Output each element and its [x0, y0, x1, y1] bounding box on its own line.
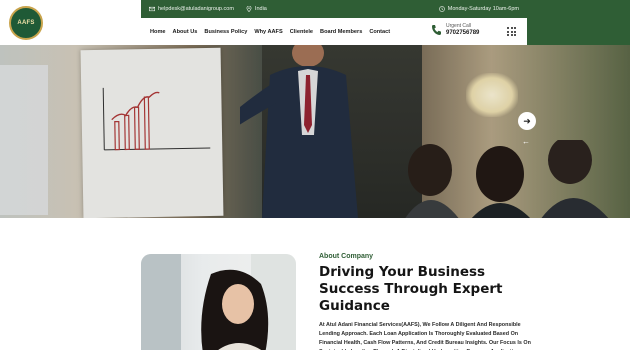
clock-icon	[438, 6, 445, 12]
main-navbar: Home About Us Business Policy Why AAFS C…	[141, 18, 527, 45]
about-photo	[141, 254, 296, 350]
slider-next-button[interactable]: ➜	[518, 112, 536, 130]
about-photo-woman	[141, 254, 296, 350]
arrow-left-icon: ←	[522, 137, 530, 146]
about-heading: Driving Your Business Success Through Ex…	[319, 264, 503, 314]
hours-text: Monday-Saturday 10am-6pm	[447, 6, 519, 12]
phone-icon	[432, 24, 441, 35]
header-right-band	[527, 0, 630, 45]
urgent-call[interactable]: Urgent Call 9702756789	[431, 23, 479, 36]
location-pin-icon	[246, 6, 252, 12]
email-text: helpdesk@atuladanigroup.com	[158, 6, 234, 12]
nav-about-us[interactable]: About Us	[173, 29, 198, 35]
grid-menu-icon[interactable]	[507, 27, 516, 36]
arrow-right-icon: ➜	[523, 115, 531, 126]
email-item[interactable]: helpdesk@atuladanigroup.com	[149, 6, 234, 12]
slider-prev-button[interactable]: ←	[522, 137, 530, 146]
nav-contact[interactable]: Contact	[369, 29, 390, 35]
section-label: About Company	[319, 253, 374, 260]
top-contact-bar: helpdesk@atuladanigroup.com India Monday…	[141, 0, 527, 18]
call-label: Urgent Call	[446, 23, 472, 29]
mail-icon	[149, 6, 155, 12]
hero-banner	[0, 45, 630, 218]
company-logo[interactable]: AAFS	[9, 5, 43, 40]
nav-clientele[interactable]: Clientele	[290, 29, 313, 35]
location-item: India	[246, 6, 267, 12]
call-number[interactable]: 9702756789	[446, 30, 479, 36]
about-description: At Atul Adani Financial Services(AAFS), …	[319, 321, 531, 350]
call-text-group: Urgent Call 9702756789	[446, 23, 479, 36]
nav-why-aafs[interactable]: Why AAFS	[254, 29, 282, 35]
hours-item: Monday-Saturday 10am-6pm	[438, 6, 519, 12]
location-text: India	[254, 6, 267, 12]
nav-home[interactable]: Home	[150, 29, 166, 35]
nav-board-members[interactable]: Board Members	[320, 29, 362, 35]
hero-overlay	[0, 45, 630, 218]
logo-text: AAFS	[17, 19, 35, 26]
main-nav: Home About Us Business Policy Why AAFS C…	[150, 29, 390, 35]
logo-container[interactable]: AAFS	[0, 0, 141, 45]
nav-business-policy[interactable]: Business Policy	[204, 29, 247, 35]
about-content: About Company Driving Your Business Succ…	[319, 253, 534, 350]
